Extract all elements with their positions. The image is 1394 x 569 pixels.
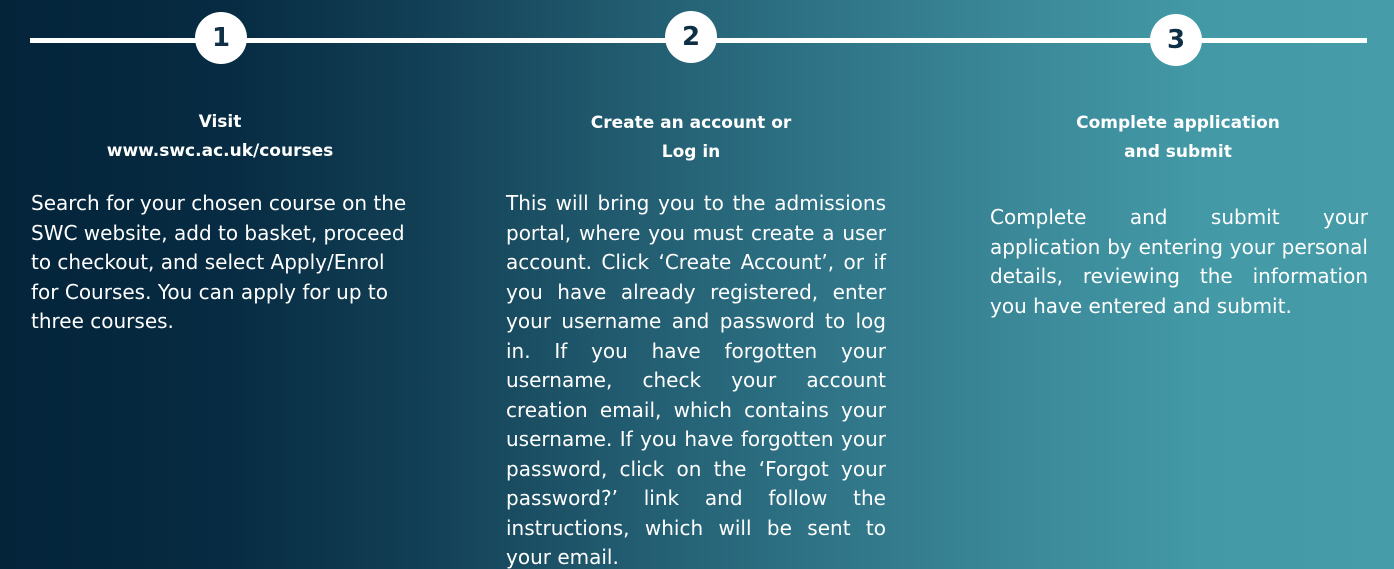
step-1-title-line-1: Visit xyxy=(198,112,242,132)
step-1-number-badge: 1 xyxy=(195,12,247,64)
step-1-title-url: www.swc.ac.uk/courses xyxy=(106,141,334,161)
step-2-title-line-2: Log in xyxy=(661,142,721,162)
step-2-description: This will bring you to the admissions po… xyxy=(506,191,886,569)
step-3-title-line-2: and submit xyxy=(1124,142,1232,162)
step-3-number-badge: 3 xyxy=(1150,14,1202,66)
step-2-title: Create an account or Log in xyxy=(541,109,841,167)
application-steps-panel: 1 2 3 Visit www.swc.ac.uk/courses Create… xyxy=(0,0,1394,569)
step-2-number-badge: 2 xyxy=(665,11,717,63)
step-2-title-line-1: Create an account or xyxy=(590,113,792,133)
step-1-description: Search for your chosen course on the SWC… xyxy=(31,191,407,333)
step-3-title: Complete application and submit xyxy=(1028,109,1328,167)
step-3-title-line-1: Complete application xyxy=(1076,113,1280,133)
step-3-description: Complete and submit your application by … xyxy=(990,205,1368,318)
step-1-title: Visit www.swc.ac.uk/courses xyxy=(70,108,370,166)
